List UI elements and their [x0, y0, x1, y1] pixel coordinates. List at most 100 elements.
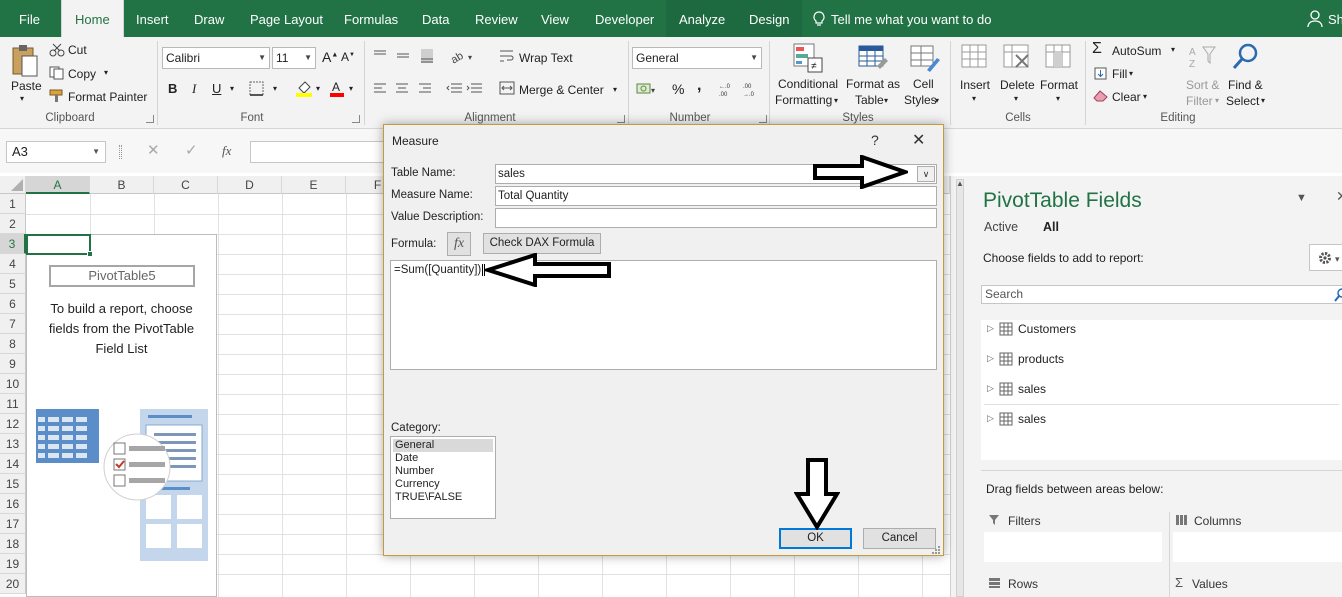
- format-painter-button[interactable]: Format Painter: [68, 90, 147, 104]
- fill-button[interactable]: Fill: [1112, 67, 1127, 81]
- tab-analyze[interactable]: Analyze: [666, 0, 739, 37]
- underline-button[interactable]: U: [212, 81, 221, 96]
- sort-filter-icon[interactable]: AZ: [1187, 43, 1217, 73]
- expand-icon[interactable]: ▷: [987, 413, 994, 424]
- tab-page-layout[interactable]: Page Layout: [250, 0, 323, 37]
- italic-button[interactable]: I: [192, 81, 196, 97]
- font-size-combo[interactable]: 11 ▼: [272, 47, 316, 69]
- merge-center-button[interactable]: Merge & Center: [519, 83, 604, 97]
- sort-filter-label-2[interactable]: Filter: [1186, 94, 1213, 108]
- borders-icon[interactable]: [249, 81, 264, 96]
- row-header[interactable]: 9: [0, 354, 26, 374]
- autosum-icon[interactable]: Σ: [1092, 40, 1102, 58]
- delete-cells-icon[interactable]: [1002, 43, 1032, 73]
- insert-function-button[interactable]: fx: [447, 232, 471, 256]
- format-table-dropdown-icon[interactable]: ▾: [884, 96, 888, 105]
- row-header[interactable]: 14: [0, 454, 26, 474]
- tab-design[interactable]: Design: [736, 0, 803, 37]
- row-header[interactable]: 20: [0, 574, 26, 594]
- field-search-input[interactable]: Search: [981, 285, 1342, 304]
- select-all-corner[interactable]: [0, 176, 26, 194]
- cancel-entry-icon[interactable]: ✕: [147, 141, 160, 159]
- row-header[interactable]: 19: [0, 554, 26, 574]
- row-header[interactable]: 7: [0, 314, 26, 334]
- cell-styles-dropdown-icon[interactable]: ▾: [935, 96, 939, 105]
- insert-cells-button[interactable]: Insert: [960, 78, 990, 92]
- fill-color-icon[interactable]: [295, 80, 313, 97]
- comma-style-button[interactable]: ,: [697, 77, 701, 95]
- tab-view[interactable]: View: [541, 0, 569, 37]
- column-header[interactable]: D: [218, 176, 282, 194]
- conditional-formatting-label-2[interactable]: Formatting: [775, 93, 832, 107]
- expand-icon[interactable]: ▷: [987, 323, 994, 334]
- font-color-dropdown-icon[interactable]: ▾: [349, 84, 353, 93]
- fill-color-dropdown-icon[interactable]: ▾: [316, 84, 320, 93]
- name-box[interactable]: A3 ▼: [6, 141, 106, 163]
- pivot-table-placeholder[interactable]: PivotTable5 To build a report, choose fi…: [26, 234, 217, 597]
- font-launcher-icon[interactable]: [352, 115, 360, 123]
- chevron-down-icon[interactable]: ∨: [917, 166, 935, 182]
- underline-dropdown-icon[interactable]: ▾: [230, 84, 234, 93]
- row-header[interactable]: 1: [0, 194, 26, 214]
- cell-styles-label-2[interactable]: Styles: [904, 93, 937, 107]
- number-format-combo[interactable]: General ▼: [632, 47, 762, 69]
- measure-name-input[interactable]: Total Quantity: [495, 186, 937, 206]
- delete-dropdown-icon[interactable]: ▾: [1014, 94, 1018, 103]
- row-header[interactable]: 11: [0, 394, 26, 414]
- find-select-label-1[interactable]: Find &: [1228, 78, 1263, 92]
- shrink-font-icon[interactable]: A▼: [341, 50, 355, 64]
- cell-styles-label-1[interactable]: Cell: [913, 77, 934, 91]
- active-cell[interactable]: [26, 234, 93, 257]
- help-button[interactable]: ?: [871, 132, 879, 148]
- copy-icon[interactable]: [49, 66, 65, 80]
- tab-all[interactable]: All: [1043, 220, 1059, 234]
- sort-filter-label-1[interactable]: Sort &: [1186, 78, 1219, 92]
- wrap-text-button[interactable]: Wrap Text: [519, 51, 573, 65]
- accounting-format-icon[interactable]: ▾: [636, 81, 656, 96]
- merge-dropdown-icon[interactable]: ▾: [613, 85, 617, 94]
- paste-button[interactable]: Paste: [11, 79, 42, 93]
- fill-handle[interactable]: [87, 251, 93, 257]
- tab-data[interactable]: Data: [422, 0, 449, 37]
- category-item[interactable]: General: [393, 439, 493, 452]
- row-header[interactable]: 2: [0, 214, 26, 234]
- eraser-icon[interactable]: [1093, 90, 1108, 102]
- row-header[interactable]: 3: [0, 234, 26, 254]
- borders-dropdown-icon[interactable]: ▾: [273, 84, 277, 93]
- columns-drop-area[interactable]: [1173, 532, 1342, 562]
- category-list[interactable]: General Date Number Currency TRUE\FALSE: [390, 436, 496, 519]
- find-select-icon[interactable]: [1231, 42, 1261, 72]
- row-header[interactable]: 12: [0, 414, 26, 434]
- value-description-input[interactable]: [495, 208, 937, 228]
- autosum-button[interactable]: AutoSum: [1112, 44, 1161, 58]
- filters-drop-area[interactable]: [984, 532, 1162, 562]
- column-header[interactable]: A: [26, 176, 90, 194]
- formula-input[interactable]: [250, 141, 385, 163]
- field-settings-button[interactable]: ▾: [1309, 244, 1342, 271]
- fill-dropdown-icon[interactable]: ▾: [1129, 69, 1133, 78]
- merge-center-icon[interactable]: [499, 81, 515, 95]
- delete-cells-button[interactable]: Delete: [1000, 78, 1035, 92]
- column-header[interactable]: C: [154, 176, 218, 194]
- clear-button[interactable]: Clear: [1112, 90, 1141, 104]
- horizontal-align-icons[interactable]: [373, 82, 433, 95]
- category-item[interactable]: Currency: [393, 478, 493, 491]
- conditional-formatting-icon[interactable]: ≠: [792, 42, 824, 74]
- search-icon[interactable]: [1334, 288, 1342, 302]
- field-table-item[interactable]: Customers: [1018, 322, 1076, 336]
- format-as-table-label-1[interactable]: Format as: [846, 77, 900, 91]
- font-name-combo[interactable]: Calibri ▼: [162, 47, 270, 69]
- cut-button[interactable]: Cut: [68, 43, 87, 57]
- tab-developer[interactable]: Developer: [595, 0, 654, 37]
- format-as-table-label-2[interactable]: Table: [855, 93, 884, 107]
- field-table-item[interactable]: sales: [1018, 382, 1046, 396]
- fill-icon[interactable]: [1094, 67, 1107, 80]
- indent-icons[interactable]: [446, 82, 486, 95]
- pane-scrollbar[interactable]: [956, 179, 964, 597]
- clipboard-launcher-icon[interactable]: [146, 115, 154, 123]
- copy-dropdown-icon[interactable]: ▾: [104, 68, 108, 77]
- copy-button[interactable]: Copy: [68, 67, 96, 81]
- cancel-button[interactable]: Cancel: [863, 528, 936, 549]
- row-header[interactable]: 16: [0, 494, 26, 514]
- font-color-icon[interactable]: A: [329, 80, 345, 97]
